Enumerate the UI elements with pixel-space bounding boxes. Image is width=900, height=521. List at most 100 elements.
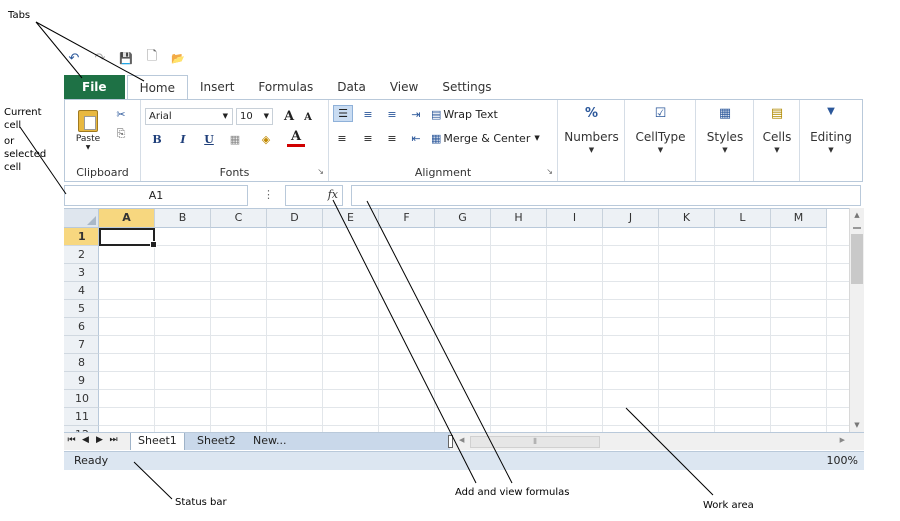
open-folder-icon[interactable]: 📂 [170, 50, 186, 66]
group-numbers: % Numbers ▼ [558, 100, 625, 181]
column-header-l[interactable]: L [715, 209, 771, 228]
align-right-icon[interactable]: ≡ [383, 130, 401, 146]
column-header-b[interactable]: B [155, 209, 211, 228]
group-alignment: ☰ ≡ ≡ ⇥ ≡ ≡ ≡ ⇤ ▤ Wrap Text ▦ Merge & Ce… [329, 100, 558, 181]
align-left-icon[interactable]: ≡ [333, 130, 351, 146]
formula-input[interactable] [351, 185, 861, 206]
row-header-5[interactable]: 5 [64, 300, 99, 318]
tab-home[interactable]: Home [126, 75, 188, 101]
name-box[interactable]: A1 [64, 185, 248, 206]
fx-icon[interactable]: fx [328, 188, 338, 201]
row-header-8[interactable]: 8 [64, 354, 99, 372]
font-name-select[interactable]: Arial ▼ [145, 108, 233, 125]
font-size-select[interactable]: 10 ▼ [236, 108, 273, 125]
undo-icon[interactable]: ↶ [66, 50, 82, 66]
shrink-font-button[interactable]: A [301, 109, 315, 125]
horizontal-scrollbar[interactable]: ◀ ⦀ ▶ [456, 434, 848, 450]
align-center-icon[interactable]: ≡ [359, 130, 377, 146]
row-header-7[interactable]: 7 [64, 336, 99, 354]
column-header-d[interactable]: D [267, 209, 323, 228]
scroll-down-icon[interactable]: ▼ [850, 421, 864, 429]
fonts-launcher-icon[interactable]: ↘ [317, 167, 324, 176]
border-icon[interactable]: ▦ [227, 131, 243, 147]
prev-sheet-icon[interactable]: ◀ [80, 435, 91, 445]
next-sheet-icon[interactable]: ▶ [94, 435, 105, 445]
editing-button[interactable]: ▼ Editing ▼ [800, 106, 862, 154]
status-bar: Ready 100% [64, 451, 864, 470]
sheet-tab-sheet2[interactable]: Sheet2 [190, 433, 243, 450]
tab-formulas[interactable]: Formulas [246, 75, 325, 99]
vertical-scrollbar[interactable]: ▲ ▼ [849, 208, 864, 432]
indent-icon[interactable]: ⇥ [407, 106, 425, 122]
grid-column-line [266, 228, 267, 432]
font-color-button[interactable]: A [287, 129, 305, 147]
split-grip[interactable] [853, 227, 861, 229]
tab-data[interactable]: Data [325, 75, 378, 99]
copy-icon[interactable]: ⎘ [113, 126, 129, 142]
outdent-icon[interactable]: ⇤ [407, 130, 425, 146]
row-header-9[interactable]: 9 [64, 372, 99, 390]
cut-icon[interactable]: ✂ [113, 106, 129, 122]
row-header-4[interactable]: 4 [64, 282, 99, 300]
column-header-j[interactable]: J [603, 209, 659, 228]
column-header-i[interactable]: I [547, 209, 603, 228]
redo-icon[interactable]: ↷ [92, 50, 108, 66]
insert-function-box[interactable]: fx [285, 185, 343, 206]
tab-file[interactable]: File [64, 75, 125, 99]
row-header-2[interactable]: 2 [64, 246, 99, 264]
merge-center-button[interactable]: ▦ Merge & Center ▼ [431, 130, 540, 146]
cells-button[interactable]: ▤ Cells ▼ [754, 106, 800, 154]
align-middle-icon[interactable]: ≡ [359, 106, 377, 122]
column-header-h[interactable]: H [491, 209, 547, 228]
row-header-1[interactable]: 1 [64, 228, 99, 246]
column-header-c[interactable]: C [211, 209, 267, 228]
tab-view[interactable]: View [378, 75, 430, 99]
paste-button[interactable]: Paste ▼ [73, 106, 103, 154]
formula-bar-splitter[interactable]: ⋮ [263, 188, 274, 201]
row-header-6[interactable]: 6 [64, 318, 99, 336]
column-header-m[interactable]: M [771, 209, 827, 228]
fill-color-icon[interactable]: ◈ [257, 131, 275, 147]
active-cell[interactable] [99, 228, 157, 248]
work-area[interactable]: ABCDEFGHIJKLM123456789101112 [64, 208, 849, 432]
new-file-icon[interactable]: 🗋 [144, 49, 160, 66]
horizontal-scroll-thumb[interactable]: ⦀ [470, 436, 600, 448]
row-header-3[interactable]: 3 [64, 264, 99, 282]
vertical-scroll-thumb[interactable] [851, 234, 863, 284]
zoom-level[interactable]: 100% [827, 452, 858, 470]
grow-font-button[interactable]: A [281, 107, 297, 125]
column-header-g[interactable]: G [435, 209, 491, 228]
tab-split-handle[interactable] [448, 435, 453, 448]
italic-button[interactable]: I [175, 131, 191, 147]
group-clipboard: Paste ▼ ✂ ⎘ Clipboard [65, 100, 141, 181]
row-header-11[interactable]: 11 [64, 408, 99, 426]
annotation-formulas: Add and view formulas [455, 487, 570, 498]
select-all-corner[interactable] [64, 209, 99, 228]
alignment-launcher-icon[interactable]: ↘ [546, 167, 553, 176]
scroll-right-icon[interactable]: ▶ [840, 436, 845, 444]
alignment-label: Alignment [414, 166, 472, 179]
styles-button[interactable]: ▦ Styles ▼ [696, 106, 754, 154]
first-sheet-icon[interactable]: ⏮ [66, 435, 77, 445]
save-icon[interactable]: 💾 [118, 50, 134, 66]
align-top-icon[interactable]: ☰ [333, 105, 353, 122]
align-bottom-icon[interactable]: ≡ [383, 106, 401, 122]
tab-insert[interactable]: Insert [188, 75, 246, 99]
underline-button[interactable]: U [201, 131, 217, 147]
bold-button[interactable]: B [149, 131, 165, 147]
column-header-k[interactable]: K [659, 209, 715, 228]
tab-settings[interactable]: Settings [430, 75, 503, 99]
column-header-a[interactable]: A [99, 209, 155, 228]
scroll-left-icon[interactable]: ◀ [459, 436, 464, 444]
grid-column-line [434, 228, 435, 432]
row-header-10[interactable]: 10 [64, 390, 99, 408]
last-sheet-icon[interactable]: ⏭ [108, 435, 119, 445]
sheet-tab-sheet1[interactable]: Sheet1 [130, 433, 185, 450]
scroll-up-icon[interactable]: ▲ [850, 211, 864, 219]
celltype-button[interactable]: ☑ CellType ▼ [625, 106, 696, 154]
numbers-button[interactable]: % Numbers ▼ [558, 106, 625, 154]
new-sheet-tab[interactable]: New... [246, 433, 293, 450]
column-header-e[interactable]: E [323, 209, 379, 228]
column-header-f[interactable]: F [379, 209, 435, 228]
wrap-text-button[interactable]: ▤ Wrap Text [431, 106, 498, 122]
